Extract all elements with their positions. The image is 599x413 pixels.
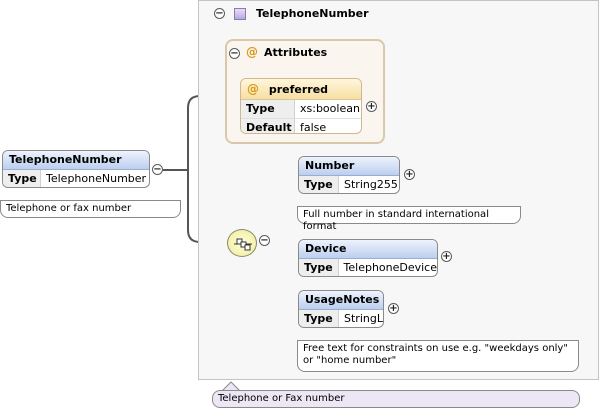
row-key: Type — [241, 100, 295, 118]
attribute-preferred[interactable]: @ preferred Type xs:boolean Default fals… — [240, 78, 362, 134]
element-number[interactable]: Number Type String255 — [298, 156, 400, 194]
expand-usagenotes-button[interactable]: + — [388, 303, 399, 314]
attribute-icon: @ — [246, 45, 258, 59]
attribute-type-row: Type xs:boolean — [241, 100, 361, 118]
usagenotes-annotation: Free text for constraints on use e.g. "w… — [297, 340, 579, 372]
sequence-icon[interactable] — [227, 229, 257, 257]
row-value: String255 — [344, 178, 398, 191]
row-key: Type — [3, 170, 41, 187]
row-value: false — [300, 121, 327, 134]
expand-attribute-button[interactable]: + — [366, 101, 377, 112]
sequence-glyph — [234, 238, 252, 251]
number-annotation: Full number in standard international fo… — [297, 206, 521, 232]
complex-type-name: TelephoneNumber — [256, 7, 369, 20]
expand-number-button[interactable]: + — [404, 169, 415, 180]
collapse-complex-type-button[interactable]: − — [214, 8, 225, 19]
row-key: Type — [299, 176, 339, 193]
complex-type-annotation: Telephone or Fax number — [212, 390, 580, 408]
collapse-sequence-button[interactable]: − — [259, 235, 270, 246]
element-name: Device — [299, 240, 437, 259]
attributes-group-label: Attributes — [264, 46, 328, 59]
element-type-row: Type StringL — [299, 310, 383, 327]
attribute-default-row: Default false — [241, 118, 361, 134]
expand-device-button[interactable]: + — [441, 251, 452, 262]
attribute-name: preferred — [268, 83, 329, 96]
row-value: xs:boolean — [300, 102, 360, 115]
row-value: StringL — [344, 312, 383, 325]
attribute-header: @ preferred — [241, 79, 361, 100]
root-type-row: Type TelephoneNumber — [3, 170, 149, 187]
complex-type-icon — [234, 8, 246, 20]
row-value: TelephoneDevice — [343, 261, 437, 274]
root-element-name: TelephoneNumber — [3, 151, 149, 170]
element-type-row: Type TelephoneDevice — [299, 259, 437, 276]
row-key: Type — [299, 259, 339, 276]
collapse-root-button[interactable]: − — [152, 164, 163, 175]
element-name: UsageNotes — [299, 291, 383, 310]
row-key: Type — [299, 310, 339, 327]
attribute-icon: @ — [247, 82, 259, 96]
row-key: Default — [241, 119, 295, 133]
root-element-box[interactable]: TelephoneNumber Type TelephoneNumber — [2, 150, 150, 188]
row-value: TelephoneNumber — [46, 172, 147, 185]
collapse-attributes-button[interactable]: − — [229, 48, 240, 59]
element-name: Number — [299, 157, 399, 176]
root-annotation: Telephone or fax number — [0, 200, 181, 218]
element-usagenotes[interactable]: UsageNotes Type StringL — [298, 290, 384, 328]
element-device[interactable]: Device Type TelephoneDevice — [298, 239, 438, 277]
element-type-row: Type String255 — [299, 176, 399, 193]
